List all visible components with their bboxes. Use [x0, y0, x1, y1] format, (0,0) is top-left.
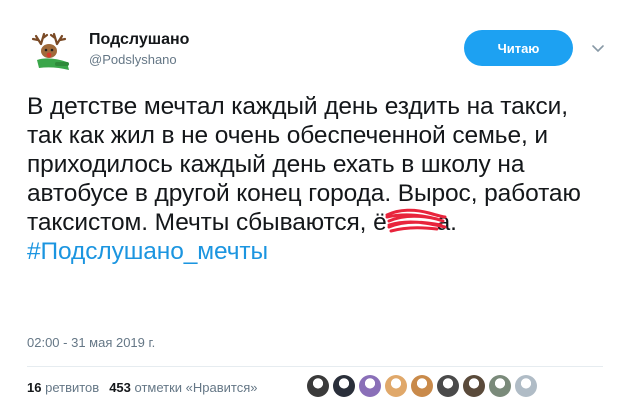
follow-button[interactable]: Читаю	[464, 30, 573, 66]
liker-avatar-1[interactable]	[307, 375, 329, 397]
likes-count: 453	[109, 380, 131, 395]
censor-scribble	[385, 208, 447, 233]
retweets-count: 16	[27, 380, 42, 395]
tweet-timestamp[interactable]: 02:00 - 31 мая 2019 г.	[27, 335, 155, 350]
tweet-body: В детстве мечтал каждый день ездить на т…	[27, 93, 588, 236]
liker-avatar-9[interactable]	[515, 375, 537, 397]
tweet-stats: 16 ретвитов 453 отметки «Нравится»	[27, 380, 258, 395]
divider	[27, 366, 603, 367]
author-handle[interactable]: @Podslyshano	[89, 51, 189, 69]
liker-avatar-8[interactable]	[489, 375, 511, 397]
chevron-down-icon[interactable]	[591, 44, 605, 54]
retweets-stat[interactable]: 16 ретвитов	[27, 380, 99, 395]
tweet-text: В детстве мечтал каждый день ездить на т…	[27, 92, 602, 266]
author-name[interactable]: Подслушано	[89, 30, 189, 50]
retweets-label: ретвитов	[45, 380, 100, 395]
follow-button-label: Читаю	[497, 40, 540, 56]
likes-label: отметки «Нравится»	[134, 380, 258, 395]
liker-avatar-4[interactable]	[385, 375, 407, 397]
liker-avatar-7[interactable]	[463, 375, 485, 397]
liker-avatar-6[interactable]	[437, 375, 459, 397]
tweet-period: .	[450, 209, 457, 236]
censored-word: ёа	[373, 208, 450, 237]
reindeer-icon	[31, 32, 69, 70]
author-avatar[interactable]	[27, 26, 79, 78]
liker-avatar-2[interactable]	[333, 375, 355, 397]
hashtag-link[interactable]: #Подслушано_мечты	[27, 238, 268, 265]
author-block[interactable]: Подслушано @Podslyshano	[89, 30, 189, 69]
likes-stat[interactable]: 453 отметки «Нравится»	[109, 380, 257, 395]
liker-avatars	[307, 375, 541, 397]
liker-avatar-5[interactable]	[411, 375, 433, 397]
liker-avatar-3[interactable]	[359, 375, 381, 397]
